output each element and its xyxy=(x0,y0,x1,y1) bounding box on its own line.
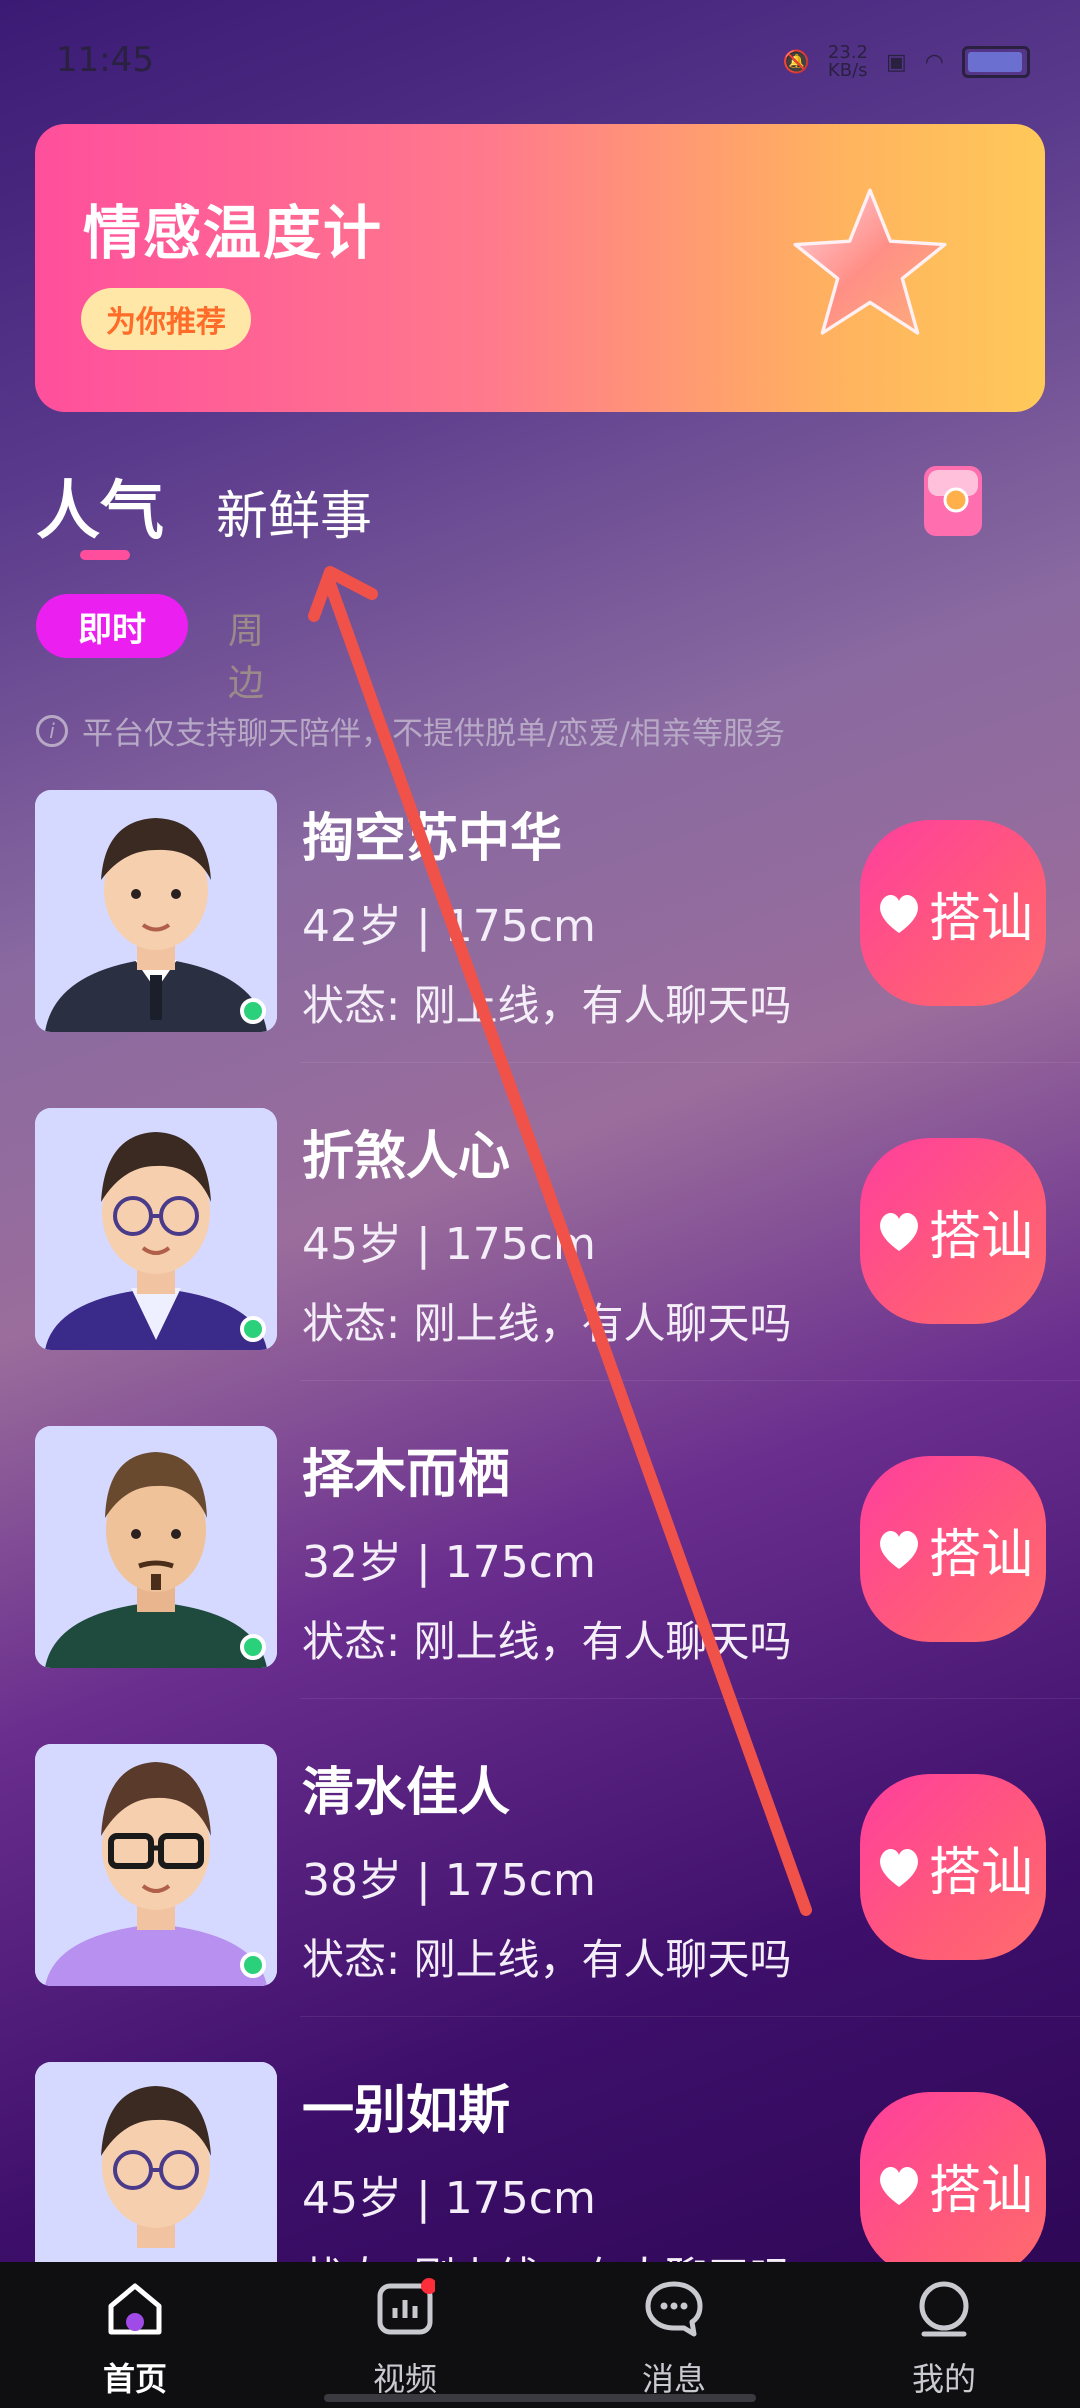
user-status: 状态: 刚上线，有人聊天吗 xyxy=(302,1299,792,1348)
home-icon xyxy=(108,2283,162,2335)
user-status: 状态: 刚上线，有人聊天吗 xyxy=(302,1935,792,1984)
user-status: 状态: 刚上线，有人聊天吗 xyxy=(302,1617,792,1666)
user-name: 掏空苏中华 xyxy=(302,809,563,869)
nav-label: 首页 xyxy=(102,2360,167,2398)
greet-label: 搭讪 xyxy=(928,1524,1033,1585)
list-item[interactable]: 折煞人心 45岁 | 175cm 状态: 刚上线，有人聊天吗 搭讪 xyxy=(0,1108,1080,1408)
tab-popular[interactable]: 人气 xyxy=(36,460,164,552)
message-icon xyxy=(645,2281,703,2337)
greet-label: 搭讪 xyxy=(928,1206,1033,1267)
list-item[interactable]: 掏空苏中华 42岁 | 175cm 状态: 刚上线，有人聊天吗 搭讪 xyxy=(0,790,1080,1090)
avatar[interactable] xyxy=(35,790,277,1032)
greet-button[interactable]: 搭讪 xyxy=(860,1456,1046,1642)
red-envelope-icon[interactable] xyxy=(916,460,992,540)
home-indicator[interactable] xyxy=(324,2394,756,2402)
notification-badge xyxy=(421,2278,437,2294)
user-age-height: 45岁 | 175cm xyxy=(302,1219,596,1270)
user-age-height: 38岁 | 175cm xyxy=(302,1855,596,1906)
user-list: 掏空苏中华 42岁 | 175cm 状态: 刚上线，有人聊天吗 搭讪 折煞人心 … xyxy=(0,790,1080,2262)
online-indicator xyxy=(240,998,266,1024)
user-name: 择木而栖 xyxy=(302,1445,511,1505)
heart-icon xyxy=(880,2166,918,2205)
info-icon: i xyxy=(36,714,68,747)
heart-icon xyxy=(880,1212,918,1251)
heart-icon xyxy=(880,894,918,933)
avatar[interactable] xyxy=(35,1744,277,1986)
user-status: 状态: 刚上线，有人聊天吗 xyxy=(302,981,792,1030)
online-indicator xyxy=(240,1634,266,1660)
avatar[interactable] xyxy=(35,1108,277,1350)
list-item[interactable]: 清水佳人 38岁 | 175cm 状态: 刚上线，有人聊天吗 搭讪 xyxy=(0,1744,1080,2044)
avatar[interactable] xyxy=(35,2062,277,2262)
wifi-icon: ◠ xyxy=(924,49,944,75)
greet-button[interactable]: 搭讪 xyxy=(860,1138,1046,1324)
video-chart-icon xyxy=(377,2278,437,2335)
user-name: 一别如斯 xyxy=(302,2081,511,2141)
divider xyxy=(300,1380,1080,1381)
divider xyxy=(300,2016,1080,2017)
tab-indicator xyxy=(80,550,130,560)
service-notice: i 平台仅支持聊天陪伴，不提供脱单/恋爱/相亲等服务 xyxy=(36,708,785,753)
mute-icon: 🔕 xyxy=(782,49,810,75)
feed-tabs: 人气 新鲜事 xyxy=(36,460,1046,560)
heart-icon xyxy=(880,1530,918,1569)
banner-tag[interactable]: 为你推荐 xyxy=(81,288,251,350)
user-name: 折煞人心 xyxy=(302,1127,511,1187)
user-age-height: 42岁 | 175cm xyxy=(302,901,596,952)
banner-title: 情感温度计 xyxy=(83,199,384,267)
star-icon xyxy=(793,188,947,335)
greet-label: 搭讪 xyxy=(928,888,1033,949)
list-item[interactable]: 一别如斯 45岁 | 175cm 状态: 刚上线，有人聊天吗 搭讪 xyxy=(0,2062,1080,2262)
filter-nearby[interactable]: 周边 xyxy=(228,602,264,706)
bottom-nav: 首页 视频 消息 我的 xyxy=(0,2262,1080,2408)
profile-icon xyxy=(919,2281,969,2337)
nav-label: 我的 xyxy=(911,2360,976,2398)
net-speed: 23.2 KB/s xyxy=(827,42,868,81)
status-bar: 11:45 🔕 23.2 KB/s ▣ ◠ xyxy=(0,0,1080,120)
sim-icon: ▣ xyxy=(886,49,907,75)
avatar[interactable] xyxy=(35,1426,277,1668)
user-name: 清水佳人 xyxy=(302,1763,511,1823)
user-age-height: 32岁 | 175cm xyxy=(302,1537,596,1588)
battery-icon xyxy=(962,46,1030,78)
user-status: 状态: 刚上线，有人聊天吗 xyxy=(302,2244,792,2262)
user-age-height: 45岁 | 175cm xyxy=(302,2173,596,2224)
filter-instant[interactable]: 即时 xyxy=(36,594,188,658)
nav-video[interactable]: 视频 xyxy=(345,2278,465,2400)
greet-button[interactable]: 搭讪 xyxy=(860,2092,1046,2262)
greet-label: 搭讪 xyxy=(928,2160,1033,2221)
divider xyxy=(300,1698,1080,1699)
list-item[interactable]: 择木而栖 32岁 | 175cm 状态: 刚上线，有人聊天吗 搭讪 xyxy=(0,1426,1080,1726)
greet-label: 搭讪 xyxy=(928,1842,1033,1903)
online-indicator xyxy=(240,1316,266,1342)
divider xyxy=(300,1062,1080,1063)
nav-home[interactable]: 首页 xyxy=(75,2278,195,2400)
online-indicator xyxy=(240,1952,266,1978)
tab-news[interactable]: 新鲜事 xyxy=(216,474,372,549)
status-time: 11:45 xyxy=(56,40,154,80)
greet-button[interactable]: 搭讪 xyxy=(860,1774,1046,1960)
heart-icon xyxy=(880,1848,918,1887)
status-icons: 🔕 23.2 KB/s ▣ ◠ xyxy=(783,44,1030,80)
promo-banner[interactable]: 情感温度计 为你推荐 xyxy=(35,124,1045,412)
notice-text: 平台仅支持聊天陪伴，不提供脱单/恋爱/相亲等服务 xyxy=(82,716,785,752)
nav-profile[interactable]: 我的 xyxy=(884,2278,1004,2400)
nav-messages[interactable]: 消息 xyxy=(614,2278,734,2400)
greet-button[interactable]: 搭讪 xyxy=(860,820,1046,1006)
